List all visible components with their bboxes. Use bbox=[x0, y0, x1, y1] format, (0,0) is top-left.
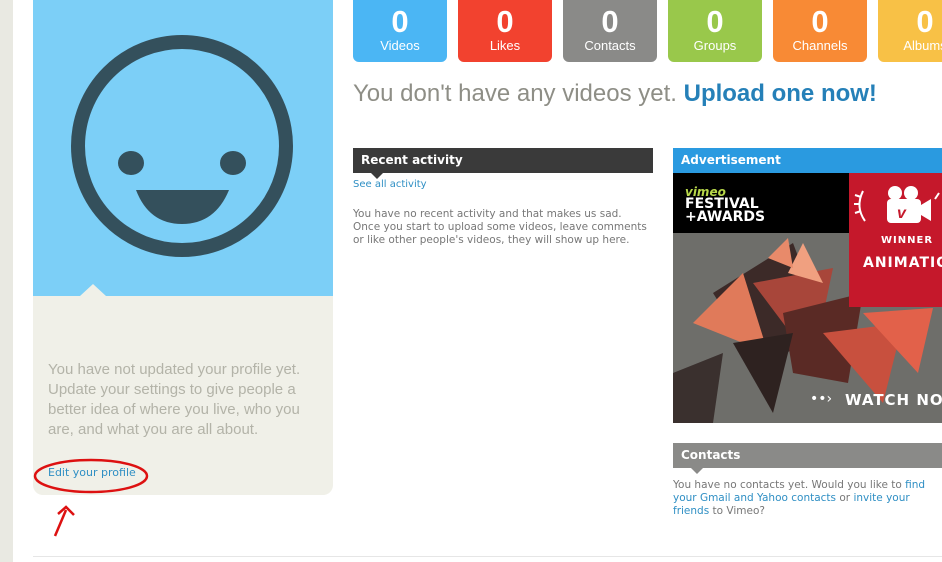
avatar-pointer bbox=[80, 284, 106, 296]
smiley-face-icon bbox=[71, 35, 293, 257]
contacts-text-1: You have no contacts yet. Would you like… bbox=[673, 479, 906, 491]
stat-channels[interactable]: 0 Channels bbox=[773, 0, 867, 62]
recent-activity-empty-message: You have no recent activity and that mak… bbox=[353, 208, 647, 246]
profile-panel: You have not updated your profile yet. U… bbox=[33, 296, 333, 495]
stat-count: 0 bbox=[496, 4, 514, 39]
stat-count: 0 bbox=[916, 4, 934, 39]
stat-contacts[interactable]: 0 Contacts bbox=[563, 0, 657, 62]
page-left-rail bbox=[0, 0, 13, 562]
stat-groups[interactable]: 0 Groups bbox=[668, 0, 762, 62]
ad-category-label: ANIMATION bbox=[863, 255, 942, 271]
profile-avatar bbox=[33, 0, 333, 296]
ad-brand-festival: FESTIVAL +AWARDS bbox=[685, 196, 766, 225]
stat-label: Contacts bbox=[584, 38, 636, 53]
edit-profile-link[interactable]: Edit your profile bbox=[48, 466, 136, 479]
see-all-activity-link[interactable]: See all activity bbox=[353, 179, 427, 190]
no-videos-text: You don't have any videos yet. bbox=[353, 80, 677, 107]
contacts-text-2: or bbox=[836, 492, 854, 504]
advertisement-header: Advertisement bbox=[673, 148, 942, 179]
stat-albums[interactable]: 0 Albums bbox=[878, 0, 942, 62]
profile-empty-message: You have not updated your profile yet. U… bbox=[48, 361, 301, 438]
advertisement-banner[interactable]: v vimeo FESTIVAL +AWARDS WINNER ANIMATIO… bbox=[673, 173, 942, 423]
ad-watch-now: WATCH NOW bbox=[845, 391, 942, 409]
stat-videos[interactable]: 0 Videos bbox=[353, 0, 447, 62]
stat-label: Groups bbox=[693, 38, 737, 53]
stat-count: 0 bbox=[601, 4, 619, 39]
recent-activity-title: Recent activity bbox=[361, 153, 463, 167]
ad-winner-label: WINNER bbox=[881, 235, 934, 246]
contacts-text-3: to Vimeo? bbox=[709, 505, 765, 517]
stat-count: 0 bbox=[811, 4, 829, 39]
ad-arrow-icon: ••› bbox=[810, 391, 833, 407]
header-notch bbox=[691, 468, 703, 474]
footer-divider bbox=[33, 556, 942, 557]
contacts-header: Contacts bbox=[673, 443, 942, 474]
stat-count: 0 bbox=[706, 4, 724, 39]
svg-text:v: v bbox=[897, 205, 907, 222]
recent-activity-header: Recent activity bbox=[353, 148, 653, 179]
stat-label: Videos bbox=[380, 38, 420, 53]
stat-label: Channels bbox=[792, 38, 848, 53]
stat-count: 0 bbox=[391, 4, 409, 39]
stat-label: Albums bbox=[903, 38, 942, 53]
contacts-title: Contacts bbox=[681, 448, 741, 462]
advertisement-title: Advertisement bbox=[681, 153, 781, 167]
award-camera-icon: v bbox=[854, 186, 940, 223]
no-videos-headline: You don't have any videos yet. Upload on… bbox=[353, 80, 877, 108]
contacts-empty-message: You have no contacts yet. Would you like… bbox=[673, 479, 942, 518]
upload-now-link[interactable]: Upload one now! bbox=[684, 80, 877, 107]
stat-likes[interactable]: 0 Likes bbox=[458, 0, 552, 62]
stat-label: Likes bbox=[489, 38, 521, 53]
